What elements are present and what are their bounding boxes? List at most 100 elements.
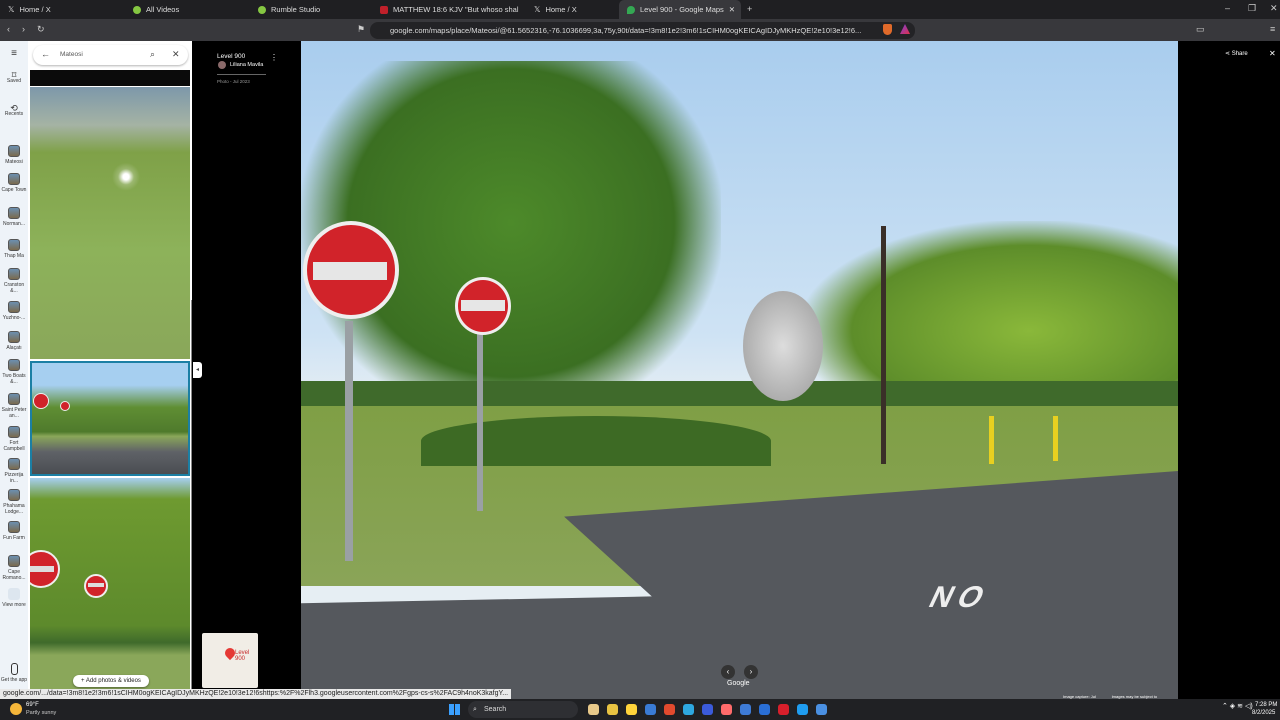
tab-all-videos[interactable]: All Videos (125, 0, 250, 19)
copilot-icon[interactable] (588, 704, 599, 715)
place-thumbnail (8, 173, 20, 185)
maps-pin-icon (627, 5, 635, 14)
rail-item-cape-romano[interactable]: Cape Romano... (0, 555, 28, 581)
rail-item-pizzerija-in[interactable]: Pizzerija in... (0, 458, 28, 484)
rail-item-two-boats[interactable]: Two Boats &... (0, 359, 28, 385)
rail-item-cape-town[interactable]: Cape Town (0, 173, 28, 193)
chrome-icon[interactable] (721, 704, 732, 715)
collapse-panel-button[interactable]: ◂ (193, 362, 202, 378)
place-thumbnail (8, 268, 20, 280)
photo-info-panel: Level 900 ⋮ Liliana Mavila Photo - Jul 2… (192, 41, 301, 699)
clear-search-icon[interactable]: ✕ (172, 49, 180, 60)
share-button[interactable]: ⋖ Share (1225, 50, 1248, 57)
restore-button[interactable]: ❐ (1248, 3, 1256, 14)
back-button[interactable]: ‹ (7, 24, 10, 34)
search-icon: ⌕ (473, 706, 477, 713)
tab-rumble-studio[interactable]: Rumble Studio (250, 0, 372, 19)
tab-matthew[interactable]: MATTHEW 18:6 KJV "But whoso shal (372, 0, 524, 19)
tray-icons[interactable]: ⌃ ◈ ≋ ◁) (1222, 702, 1253, 710)
steam-icon[interactable] (759, 704, 770, 715)
avatar (218, 61, 226, 69)
photo-thumbnail-1[interactable] (30, 87, 190, 359)
x-icon: 𝕏 (8, 5, 15, 14)
more-options-icon[interactable]: ⋮ (270, 53, 278, 62)
place-thumbnail (8, 393, 20, 405)
sculpture (743, 291, 823, 401)
google-logo: Google (727, 680, 750, 687)
back-arrow-icon[interactable]: ← (41, 49, 50, 59)
place-thumbnail (8, 555, 20, 567)
app-blue-icon[interactable] (797, 704, 808, 715)
rail-item-fun-farm[interactable]: Fun Farm (0, 521, 28, 541)
search-icon[interactable]: ⌕ (150, 49, 155, 60)
rail-recents[interactable]: ⟲ Recents (0, 104, 28, 118)
app-icon[interactable] (816, 704, 827, 715)
rail-item-ala-at[interactable]: Alaçatı (0, 331, 28, 351)
rail-item-thap-ma[interactable]: Thap Ma (0, 239, 28, 259)
tab-home-x-2[interactable]: 𝕏 Home / X (526, 0, 619, 19)
search-input[interactable]: Mateosi (60, 51, 83, 58)
rail-item-yuzhno[interactable]: Yuzhno-... (0, 301, 28, 321)
close-window-button[interactable]: ✕ (1270, 3, 1278, 14)
rail-item-view-more[interactable]: View more (0, 588, 28, 608)
menu-icon[interactable]: ≡ (1270, 24, 1275, 34)
taskbar: 69°F Partly sunny ⌕ Search ⌃ ◈ ≋ ◁) 7:28 … (0, 699, 1280, 720)
reload-button[interactable]: ↻ (37, 24, 45, 35)
bookmark-icon[interactable]: ⚑ (357, 24, 365, 35)
url-field[interactable]: google.com/maps/place/Mateosi/@61.565231… (370, 22, 915, 39)
place-thumbnail (8, 458, 20, 470)
next-photo-button[interactable]: › (744, 665, 758, 679)
rail-item-cranston[interactable]: Cranston &... (0, 268, 28, 294)
street-photo[interactable]: NO (301, 41, 1178, 699)
status-bar-url: google.com/.../data=!3m8!1e2!3m6!1sCIHM0… (0, 689, 512, 699)
add-photos-button[interactable]: + Add photos & videos (73, 675, 149, 687)
share-icon: ⋖ (1225, 51, 1232, 57)
place-thumbnail (8, 489, 20, 501)
rail-item-norman[interactable]: Norman... (0, 207, 28, 227)
file-explorer-icon[interactable] (607, 704, 618, 715)
place-title[interactable]: Level 900 (217, 53, 245, 60)
edge-icon[interactable] (683, 704, 694, 715)
vscode-icon[interactable] (740, 704, 751, 715)
app-icon[interactable] (702, 704, 713, 715)
minimap[interactable]: Level 900 (202, 633, 258, 688)
menu-icon[interactable]: ≡ (0, 49, 28, 59)
close-tab-icon[interactable]: ✕ (729, 5, 735, 14)
rail-item-mateosi[interactable]: Mateosi (0, 145, 28, 165)
brave-icon[interactable] (664, 704, 675, 715)
windows-start-icon[interactable] (449, 704, 460, 715)
search-box[interactable]: ← Mateosi ⌕ ✕ (33, 45, 188, 65)
brave-shields-icon[interactable] (883, 24, 892, 35)
wallet-icon[interactable]: ▭ (1196, 24, 1205, 35)
app-red-icon[interactable] (778, 704, 789, 715)
place-thumbnail (8, 521, 20, 533)
photos-icon[interactable] (645, 704, 656, 715)
place-thumbnail (8, 359, 20, 371)
place-thumbnail (8, 145, 20, 157)
photo-thumbnail-2-selected[interactable] (30, 361, 190, 476)
weather-icon (10, 703, 22, 715)
tab-home-x-1[interactable]: 𝕏 Home / X (0, 0, 125, 19)
taskbar-search[interactable]: ⌕ Search (468, 701, 578, 718)
new-tab-button[interactable]: + (747, 4, 752, 14)
clock-time[interactable]: 7:28 PM (1255, 702, 1277, 708)
close-photo-button[interactable]: ✕ (1269, 49, 1276, 58)
folder-icon[interactable] (626, 704, 637, 715)
photo-thumbnail-3[interactable] (30, 478, 190, 689)
tab-google-maps[interactable]: Level 900 - Google Maps ✕ (619, 0, 741, 19)
author-name[interactable]: Liliana Mavila (230, 62, 263, 68)
rail-item-phahama-lodge[interactable]: Phahama Lodge... (0, 489, 28, 515)
browser-tab-bar: 𝕏 Home / X All Videos Rumble Studio MATTH… (0, 0, 1280, 19)
rail-item-saint-peter-an[interactable]: Saint Peter an... (0, 393, 28, 419)
minimize-button[interactable]: – (1225, 3, 1230, 13)
rail-item-get-the-app[interactable]: Get the app (0, 663, 28, 683)
phone-icon (10, 663, 18, 675)
rail-item-fort-campbell[interactable]: Fort Campbell (0, 426, 28, 452)
clock-date[interactable]: 8/2/2025 (1252, 710, 1275, 716)
place-thumbnail (8, 426, 20, 438)
prev-photo-button[interactable]: ‹ (721, 665, 735, 679)
rail-saved[interactable]: ⌑ Saved (0, 71, 28, 85)
forward-button[interactable]: › (22, 24, 25, 34)
x-icon: 𝕏 (534, 5, 541, 14)
place-thumbnail (8, 239, 20, 251)
